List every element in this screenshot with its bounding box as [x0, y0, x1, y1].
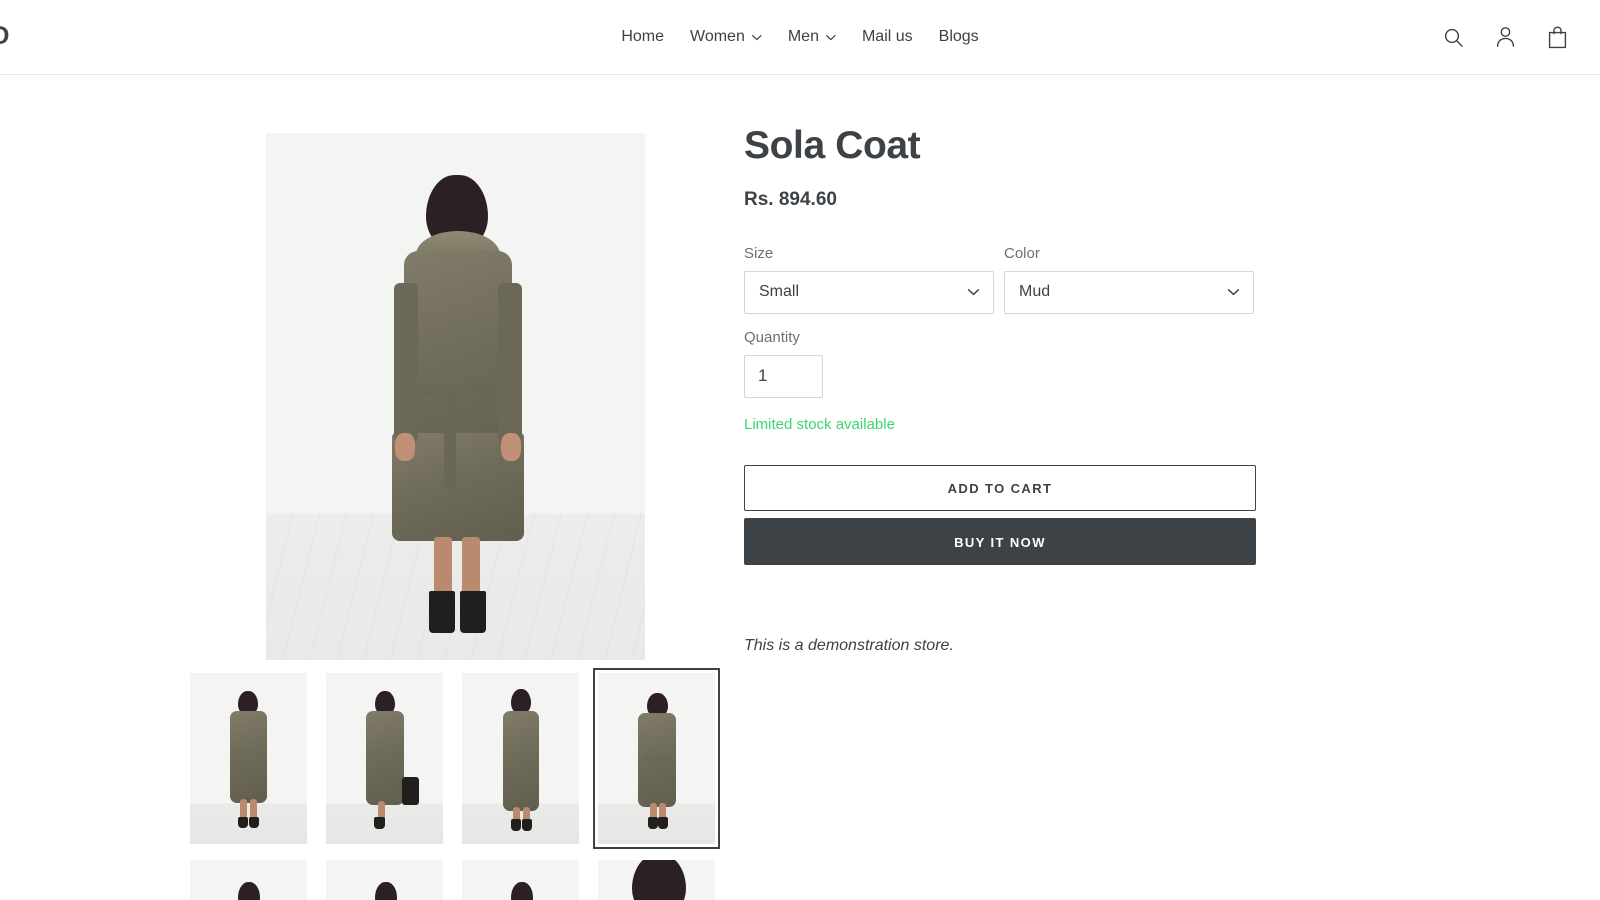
thumbnail-item[interactable] [326, 860, 443, 900]
quantity-label: Quantity [744, 328, 800, 346]
nav-label: Mail us [861, 28, 913, 45]
color-field: Color Mud [1004, 245, 1254, 314]
thumbnail-image [598, 673, 715, 844]
size-value: Small [759, 283, 800, 301]
header-icon-group [1438, 22, 1572, 52]
color-label: Color [1004, 244, 1040, 262]
site-header: O Home Women Men Mail us Blogs [0, 0, 1600, 75]
thumbnail-image [326, 673, 443, 844]
thumbnail-item-selected[interactable] [593, 668, 720, 849]
size-select[interactable]: Small [744, 270, 994, 314]
thumbnail-image [190, 860, 307, 900]
quantity-input[interactable] [744, 354, 823, 398]
site-logo[interactable]: O [0, 22, 10, 51]
nav-label: Blogs [938, 28, 979, 45]
color-value: Mud [1019, 283, 1051, 301]
nav-label: Women [690, 28, 745, 45]
variant-selectors: Size Small Color Mud [744, 245, 1258, 314]
nav-item-women[interactable]: Women [677, 26, 775, 48]
thumbnail-item[interactable] [190, 673, 307, 844]
thumbnail-image [462, 860, 579, 900]
buy-it-now-button[interactable]: Buy it now [744, 517, 1256, 565]
size-label: Size [744, 244, 774, 262]
stock-status: Limited stock available [744, 415, 895, 433]
thumbnail-item[interactable] [462, 673, 579, 844]
product-page: Sola Coat Rs. 894.60 Size Small Color Mu… [0, 75, 1600, 900]
cart-icon[interactable] [1542, 22, 1572, 52]
product-media [190, 133, 720, 900]
nav-label: Men [787, 28, 819, 45]
thumbnail-list [190, 668, 720, 900]
nav-item-men[interactable]: Men [775, 26, 849, 48]
thumbnail-image [462, 673, 579, 844]
color-select[interactable]: Mud [1004, 270, 1254, 314]
chevron-down-icon [825, 34, 836, 41]
thumbnail-item[interactable] [326, 673, 443, 844]
purchase-actions: Add to cart Buy it now [744, 464, 1258, 565]
thumbnail-image [326, 860, 443, 900]
thumbnail-item[interactable] [190, 860, 307, 900]
account-icon[interactable] [1490, 22, 1520, 52]
size-field: Size Small [744, 245, 994, 314]
quantity-field: Quantity [744, 329, 1258, 398]
nav-label: Home [621, 28, 664, 45]
product-photo-back-view [265, 133, 645, 660]
search-icon[interactable] [1438, 22, 1468, 52]
product-title: Sola Coat [744, 124, 921, 167]
thumbnail-item[interactable] [598, 860, 715, 900]
thumbnail-image [190, 673, 307, 844]
product-info: Sola Coat Rs. 894.60 Size Small Color Mu… [744, 124, 1258, 655]
thumbnail-image [598, 860, 715, 900]
nav-item-mail-us[interactable]: Mail us [849, 26, 926, 48]
main-navigation: Home Women Men Mail us Blogs [608, 26, 991, 48]
add-to-cart-button[interactable]: Add to cart [744, 464, 1256, 511]
main-product-image[interactable] [265, 133, 645, 660]
chevron-down-icon [967, 288, 980, 296]
nav-item-home[interactable]: Home [608, 26, 677, 48]
nav-item-blogs[interactable]: Blogs [926, 26, 992, 48]
chevron-down-icon [1227, 288, 1240, 296]
thumbnail-item[interactable] [462, 860, 579, 900]
product-price: Rs. 894.60 [744, 188, 837, 210]
chevron-down-icon [751, 34, 762, 41]
demo-store-note: This is a demonstration store. [744, 636, 954, 654]
